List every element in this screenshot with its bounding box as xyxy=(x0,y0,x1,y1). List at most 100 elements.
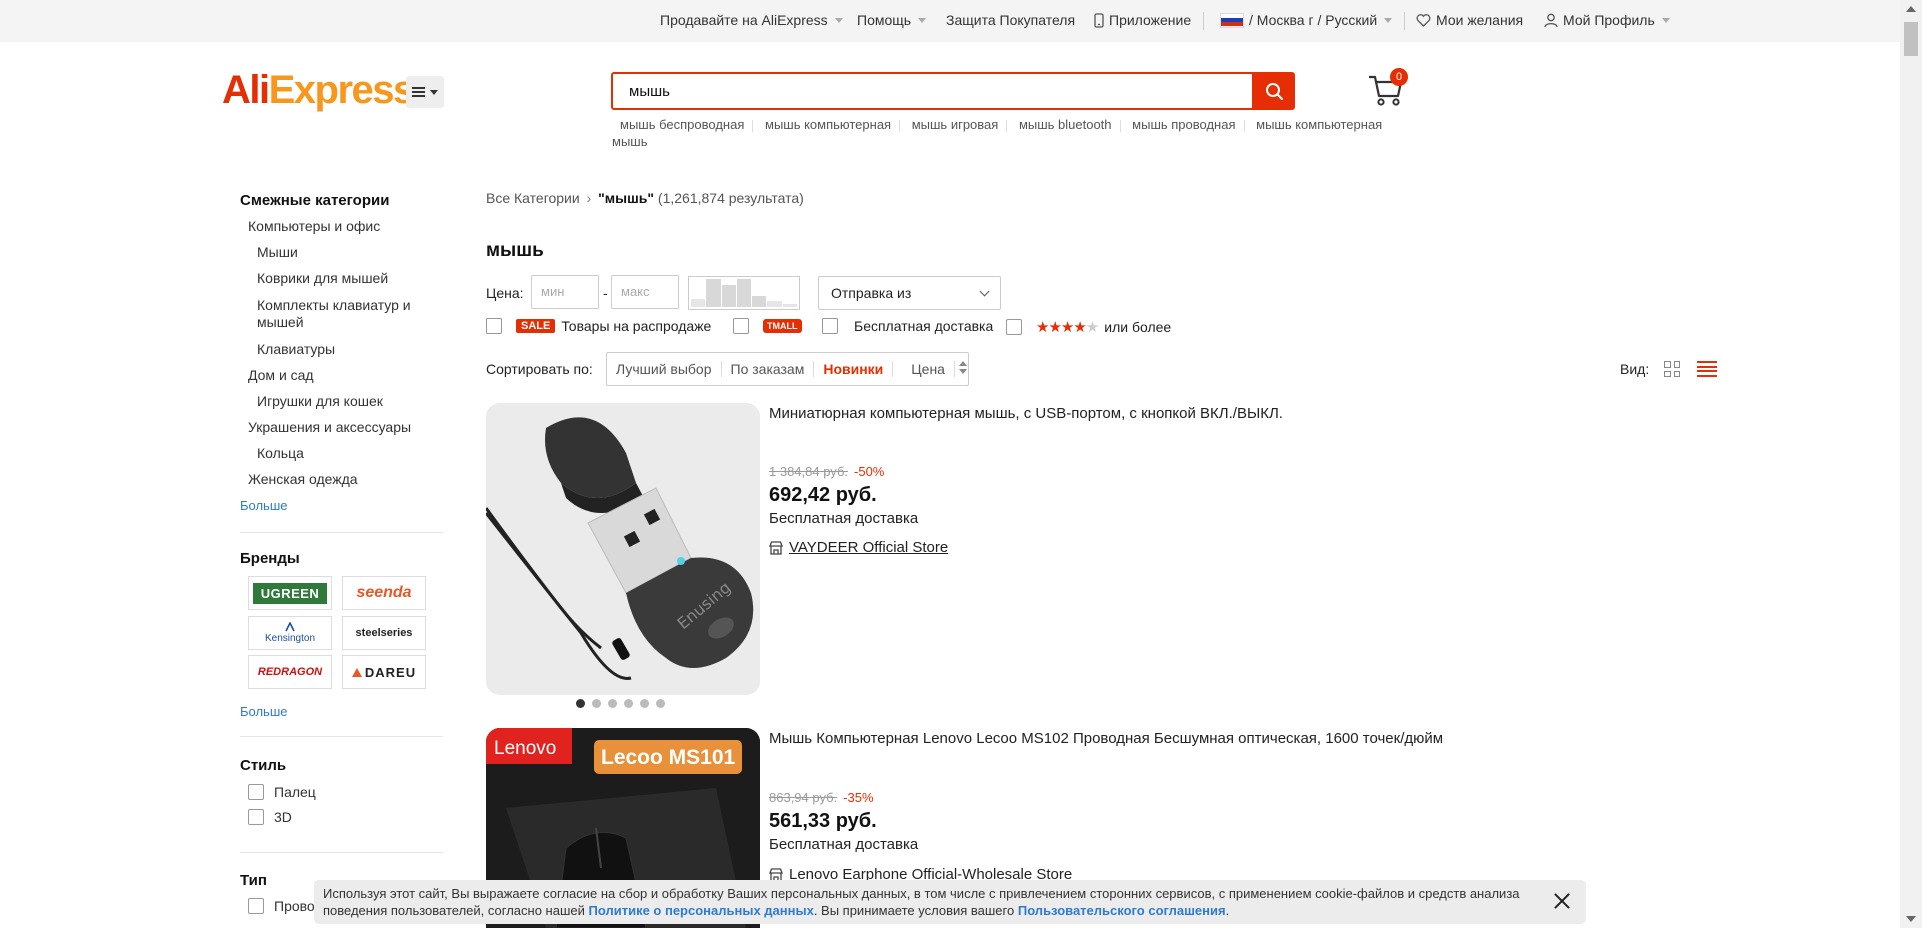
suggestion-link[interactable]: мышь bluetooth xyxy=(1019,117,1112,132)
style-filter-3d[interactable]: 3D xyxy=(248,809,292,825)
style-filter-finger[interactable]: Палец xyxy=(248,784,316,800)
style-title: Стиль xyxy=(240,757,287,774)
product-image[interactable]: Enusing xyxy=(486,403,760,695)
search-button[interactable] xyxy=(1254,72,1295,110)
buyer-protection-link[interactable]: Защита Покупателя xyxy=(946,12,1075,28)
category-link[interactable]: мышей xyxy=(257,314,304,330)
chevron-down-icon xyxy=(834,17,843,23)
category-link[interactable]: Коврики для мышей xyxy=(257,270,388,286)
filter-tmall[interactable]: TMALL xyxy=(733,318,802,334)
brand-seenda[interactable]: seenda xyxy=(342,576,426,610)
phone-icon xyxy=(1094,12,1104,28)
product-title[interactable]: Мышь Компьютерная Lenovo Lecoo MS102 Про… xyxy=(769,730,1443,747)
checkbox[interactable] xyxy=(1006,319,1022,335)
categories-more-link[interactable]: Больше xyxy=(240,498,288,513)
category-link[interactable]: Комплекты клавиатур и xyxy=(257,297,411,313)
category-link[interactable]: Женская одежда xyxy=(248,471,358,487)
image-carousel-dots[interactable] xyxy=(576,699,665,708)
star-rating-icon: ★★★★★ xyxy=(1036,319,1099,336)
sort-orders[interactable]: По заказам xyxy=(722,361,815,377)
result-count: (1,261,874 результата) xyxy=(657,190,804,206)
checkbox[interactable] xyxy=(248,809,264,825)
category-menu-button[interactable] xyxy=(406,76,444,108)
scrollbar-thumb[interactable] xyxy=(1904,22,1918,56)
search-query: мышь xyxy=(629,82,670,100)
scroll-down-arrow-icon[interactable] xyxy=(1906,916,1916,922)
sell-on-aliexpress-link[interactable]: Продавайте на AliExpress xyxy=(660,12,843,28)
price-min-input[interactable]: мин xyxy=(531,275,599,309)
category-link[interactable]: Мыши xyxy=(257,244,298,260)
checkbox[interactable] xyxy=(733,318,749,334)
hamburger-icon xyxy=(412,87,425,97)
brand-ugreen[interactable]: UGREEN xyxy=(248,576,332,610)
category-link[interactable]: Клавиатуры xyxy=(257,341,335,357)
divider xyxy=(240,852,443,853)
price-dash: - xyxy=(603,285,608,301)
product-store-link[interactable]: VAYDEER Official Store xyxy=(769,539,948,556)
checkbox[interactable] xyxy=(248,898,264,914)
style-label: 3D xyxy=(274,809,292,825)
sale-tag: SALE xyxy=(516,319,556,333)
type-filter-wired[interactable]: Прово xyxy=(248,898,315,914)
cookie-text: . Вы принимаете условия вашего xyxy=(813,903,1018,918)
suggestion-link[interactable]: мышь игровая xyxy=(912,117,999,132)
tmall-tag: TMALL xyxy=(763,319,802,333)
chevron-right-icon: › xyxy=(586,190,592,206)
filter-sale[interactable]: SALE Товары на распродаже xyxy=(486,318,711,334)
price-histogram[interactable] xyxy=(688,276,800,310)
aliexpress-logo[interactable]: AliExpress xyxy=(222,68,415,113)
category-link[interactable]: Кольца xyxy=(257,445,304,461)
app-link[interactable]: Приложение xyxy=(1094,12,1191,28)
kensington-logo-icon xyxy=(285,622,295,632)
related-categories-title: Смежные категории xyxy=(240,192,390,209)
brand-kensington[interactable]: Kensington xyxy=(248,616,332,650)
category-link[interactable]: Украшения и аксессуары xyxy=(248,419,411,435)
privacy-policy-link[interactable]: Политике о персональных данных xyxy=(589,903,814,918)
suggestion-link[interactable]: мышь компьютерная xyxy=(765,117,891,132)
brands-more-link[interactable]: Больше xyxy=(240,704,288,719)
filter-free-shipping[interactable]: Бесплатная доставка xyxy=(822,318,993,334)
brand-redragon[interactable]: REDRAGON xyxy=(248,655,332,689)
help-menu[interactable]: Помощь xyxy=(857,12,927,28)
profile-label: Мой Профиль xyxy=(1563,12,1655,28)
product-old-price: 1 384,84 руб. -50% xyxy=(769,464,885,479)
checkbox[interactable] xyxy=(248,784,264,800)
chevron-down-icon xyxy=(918,17,927,23)
ship-from-label: Отправка из xyxy=(831,285,912,301)
breadcrumb-all-categories[interactable]: Все Категории xyxy=(486,190,580,206)
sort-best-match[interactable]: Лучший выбор xyxy=(607,361,722,377)
scroll-up-arrow-icon[interactable] xyxy=(1906,6,1916,12)
type-label: Прово xyxy=(274,898,315,914)
category-link[interactable]: Игрушки для кошек xyxy=(257,393,383,409)
top-bar: Продавайте на AliExpress Помощь Защита П… xyxy=(0,0,1900,42)
brand-dareu[interactable]: DAREU xyxy=(342,655,426,689)
sort-newest[interactable]: Новинки xyxy=(814,361,894,377)
product-title[interactable]: Миниатюрная компьютерная мышь, с USB-пор… xyxy=(769,405,1283,422)
user-agreement-link[interactable]: Пользовательского соглашения xyxy=(1018,903,1226,918)
wishlist-link[interactable]: Мои желания xyxy=(1416,12,1523,28)
sort-price[interactable]: Цена xyxy=(893,361,976,377)
close-icon[interactable] xyxy=(1554,893,1570,909)
filter-rating[interactable]: ★★★★★ или более xyxy=(1006,318,1171,336)
category-link[interactable]: Дом и сад xyxy=(248,367,314,383)
checkbox[interactable] xyxy=(486,318,502,334)
vertical-scrollbar[interactable] xyxy=(1900,0,1922,928)
brand-steelseries[interactable]: steelseries xyxy=(342,616,426,650)
svg-text:Lenovo: Lenovo xyxy=(494,738,556,759)
brand-logo: Kensington xyxy=(264,633,316,644)
sell-label: Продавайте на AliExpress xyxy=(660,12,828,28)
list-view-icon[interactable] xyxy=(1697,361,1717,377)
breadcrumb: Все Категории › "мышь" (1,261,874 резуль… xyxy=(486,190,804,206)
grid-view-icon[interactable] xyxy=(1664,361,1680,377)
ship-from-select[interactable]: Отправка из xyxy=(818,276,1001,310)
price-max-input[interactable]: макс xyxy=(611,275,679,309)
region-language-selector[interactable]: / Москва г / Русский xyxy=(1220,12,1393,28)
suggestion-link[interactable]: мышь беспроводная xyxy=(620,117,744,132)
profile-menu[interactable]: Мой Профиль xyxy=(1544,12,1670,28)
checkbox[interactable] xyxy=(822,318,838,334)
category-link[interactable]: Компьютеры и офис xyxy=(248,218,380,234)
logo-text: AliExpress xyxy=(222,68,415,112)
protection-label: Защита Покупателя xyxy=(946,12,1076,28)
search-input[interactable]: мышь xyxy=(611,72,1254,110)
suggestion-link[interactable]: мышь проводная xyxy=(1132,117,1235,132)
